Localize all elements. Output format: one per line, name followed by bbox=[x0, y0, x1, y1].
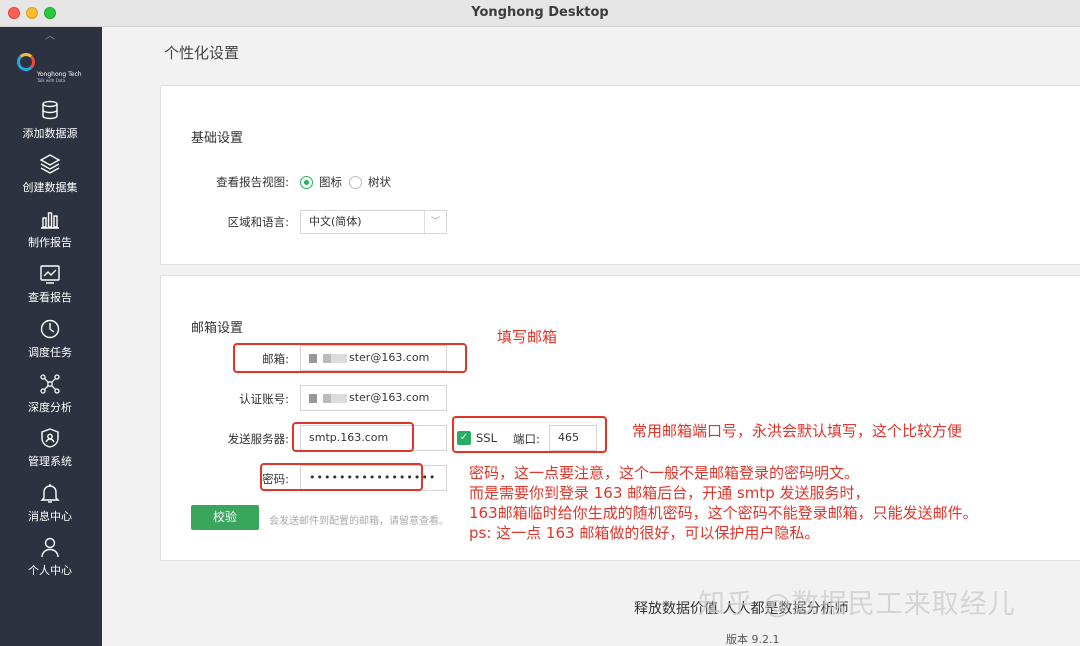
line-chart-icon bbox=[40, 265, 60, 284]
bar-chart-icon bbox=[41, 212, 59, 229]
user-icon bbox=[41, 537, 59, 558]
watermark: 知乎 @数据民工来取经儿 bbox=[698, 589, 1016, 620]
annotation-password-line: 163邮箱临时给你生成的随机密码，这个密码不能登录邮箱，只能发送邮件。 bbox=[469, 504, 978, 522]
database-icon bbox=[42, 100, 58, 120]
footer-version: 版本 9.2.1 bbox=[726, 633, 780, 646]
sidebar-item-label: 管理系统 bbox=[28, 455, 72, 468]
account-value: ster@163.com bbox=[349, 391, 430, 404]
shield-icon bbox=[41, 428, 59, 448]
view-mode-option-icon-label: 图标 bbox=[319, 175, 342, 189]
collapse-up-icon[interactable]: ︿ bbox=[0, 27, 100, 42]
annotation-password-line: 而是需要你到登录 163 邮箱后台，开通 smtp 发送服务时， bbox=[469, 484, 870, 502]
verify-hint: 会发送邮件到配置的邮箱，请留意查看。 bbox=[269, 516, 449, 527]
basic-settings-card: 基础设置 查看报告视图: 图标 树状 区域和语言: 中文(简体) ﹀ bbox=[160, 85, 1080, 265]
locale-select[interactable]: 中文(简体) ﹀ bbox=[300, 210, 447, 234]
annotation-port: 常用邮箱端口号，永洪会默认填写，这个比较方便 bbox=[632, 422, 963, 440]
chevron-down-icon: ﹀ bbox=[424, 211, 446, 233]
view-mode-radio-icon[interactable] bbox=[300, 176, 313, 189]
annotation-box-ssl-port bbox=[452, 416, 607, 453]
title-bar: Yonghong Desktop bbox=[0, 0, 1080, 27]
annotation-password: 密码，这一点要注意，这个一般不是邮箱登录的密码明文。 而是需要你到登录 163 … bbox=[469, 463, 978, 543]
sidebar-item-view-report[interactable]: 查看报告 bbox=[0, 263, 100, 317]
main-content: 个性化设置 基础设置 查看报告视图: 图标 树状 区域和语言: 中文(简体) ﹀… bbox=[102, 27, 1080, 646]
account-label: 认证账号: bbox=[239, 392, 289, 406]
view-mode-option-tree-label: 树状 bbox=[368, 175, 391, 189]
sidebar: ︿ Yonghong Tech Talk with Data 添加数据源 创建数… bbox=[0, 27, 102, 646]
locale-select-value: 中文(简体) bbox=[309, 215, 362, 228]
sidebar-item-messages[interactable]: 消息中心 bbox=[0, 482, 100, 536]
verify-button[interactable]: 校验 bbox=[191, 505, 259, 530]
basic-settings-title: 基础设置 bbox=[191, 131, 244, 146]
network-icon bbox=[40, 374, 60, 394]
logo-ring-icon bbox=[17, 53, 35, 71]
smtp-server-label: 发送服务器: bbox=[227, 432, 289, 446]
annotation-box-server bbox=[292, 422, 414, 452]
annotation-box-password bbox=[260, 463, 423, 491]
sidebar-item-make-report[interactable]: 制作报告 bbox=[0, 208, 100, 262]
sidebar-item-label: 创建数据集 bbox=[22, 181, 78, 194]
bell-icon bbox=[40, 484, 60, 503]
sidebar-item-label: 调度任务 bbox=[28, 346, 72, 359]
redacted-mark bbox=[309, 393, 347, 403]
annotation-box-email bbox=[233, 343, 467, 373]
layers-icon bbox=[39, 154, 61, 174]
sidebar-item-label: 添加数据源 bbox=[22, 127, 78, 140]
sidebar-item-schedule[interactable]: 调度任务 bbox=[0, 318, 100, 372]
locale-label: 区域和语言: bbox=[227, 215, 289, 229]
sidebar-item-label: 查看报告 bbox=[28, 291, 72, 304]
mail-settings-title: 邮箱设置 bbox=[191, 321, 244, 336]
window-title: Yonghong Desktop bbox=[471, 5, 609, 20]
sidebar-item-label: 消息中心 bbox=[28, 510, 72, 523]
sidebar-item-profile[interactable]: 个人中心 bbox=[0, 536, 100, 590]
annotation-password-line: ps: 这一点 163 邮箱做的很好，可以保护用户隐私。 bbox=[469, 524, 820, 542]
sidebar-item-create-dataset[interactable]: 创建数据集 bbox=[0, 153, 100, 207]
logo-tagline: Talk with Data bbox=[37, 78, 66, 83]
sidebar-item-label: 制作报告 bbox=[28, 236, 72, 249]
view-mode-label: 查看报告视图: bbox=[216, 175, 289, 189]
sidebar-item-add-datasource[interactable]: 添加数据源 bbox=[0, 99, 100, 153]
annotation-password-line: 密码，这一点要注意，这个一般不是邮箱登录的密码明文。 bbox=[469, 464, 860, 482]
sidebar-item-admin[interactable]: 管理系统 bbox=[0, 427, 100, 481]
annotation-email: 填写邮箱 bbox=[497, 328, 558, 346]
account-field[interactable]: ster@163.com bbox=[300, 385, 447, 411]
sidebar-item-label: 深度分析 bbox=[28, 401, 72, 414]
clock-icon bbox=[40, 319, 60, 339]
sidebar-item-deep-analysis[interactable]: 深度分析 bbox=[0, 373, 100, 427]
view-mode-radio-tree[interactable] bbox=[349, 176, 362, 189]
sidebar-item-label: 个人中心 bbox=[28, 564, 72, 577]
page-title: 个性化设置 bbox=[164, 44, 240, 62]
logo: Yonghong Tech Talk with Data bbox=[13, 53, 93, 85]
logo-name: Yonghong Tech bbox=[37, 71, 82, 78]
